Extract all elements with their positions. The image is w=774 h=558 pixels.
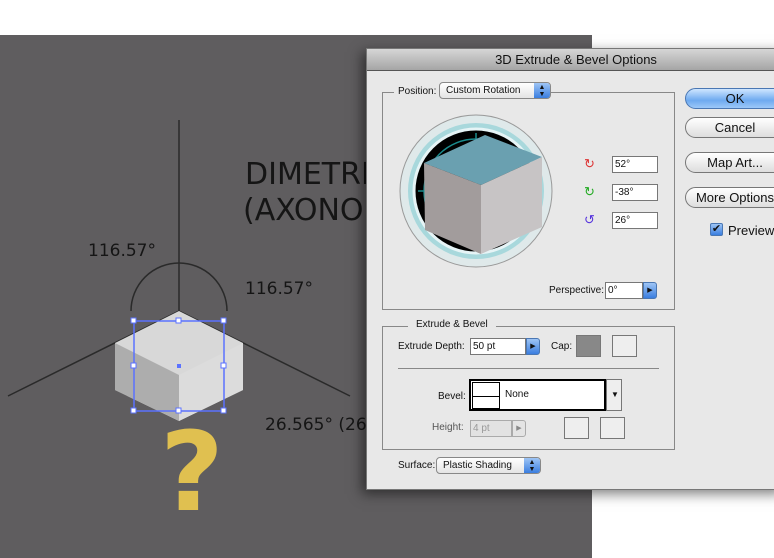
bevel-label: Bevel:	[438, 391, 466, 402]
divider	[398, 368, 659, 369]
more-options-button[interactable]: More Options	[685, 187, 774, 208]
extrude-bevel-dialog: 3D Extrude & Bevel Options Position: Cus…	[366, 48, 774, 490]
surface-select[interactable]: Plastic Shading ▲ ▼	[436, 457, 541, 474]
position-label: Position:	[394, 86, 441, 97]
extrude-depth-arrow[interactable]: ▶	[526, 338, 540, 355]
z-rotation-input[interactable]: 26°	[612, 212, 658, 229]
height-arrow[interactable]: ▶	[512, 420, 526, 437]
bevel-dropdown-arrow[interactable]: ▼	[606, 379, 622, 411]
preview-label: Preview	[728, 223, 774, 238]
x-rotation-input[interactable]: 52°	[612, 156, 658, 173]
y-rotation-input[interactable]: -38°	[612, 184, 658, 201]
cap-on-icon[interactable]	[576, 335, 601, 357]
x-rotation-icon: ↻	[584, 156, 595, 171]
perspective-label: Perspective:	[549, 285, 605, 296]
perspective-input[interactable]: 0°	[605, 282, 643, 299]
surface-value: Plastic Shading	[443, 460, 512, 471]
height-label: Height:	[432, 422, 464, 433]
bevel-extent-in-icon[interactable]	[600, 417, 625, 439]
angle-label-bottom: 26.565° (26.	[265, 415, 373, 435]
bevel-value: None	[505, 389, 529, 400]
bevel-shape-icon	[472, 382, 500, 409]
position-select[interactable]: Custom Rotation ▲ ▼	[439, 82, 551, 99]
surface-label: Surface:	[398, 460, 436, 471]
diagram-title-line2: (AXONO	[243, 193, 364, 228]
angle-label-left: 116.57°	[88, 241, 156, 261]
perspective-slider-arrow[interactable]: ▶	[643, 282, 657, 299]
cap-off-icon[interactable]	[612, 335, 637, 357]
height-input[interactable]: 4 pt	[470, 420, 512, 437]
ok-button[interactable]: OK	[685, 88, 774, 109]
map-art-button[interactable]: Map Art...	[685, 152, 774, 173]
diagram-title-line1: DIMETRI	[245, 157, 370, 192]
rotation-track-cube[interactable]	[398, 113, 554, 269]
extrude-bevel-label: Extrude & Bevel	[408, 319, 496, 330]
dialog-title: 3D Extrude & Bevel Options	[367, 49, 774, 71]
bevel-extent-out-icon[interactable]	[564, 417, 589, 439]
y-rotation-icon: ↻	[584, 184, 595, 199]
cancel-button[interactable]: Cancel	[685, 117, 774, 138]
z-rotation-icon: ↺	[584, 212, 595, 227]
angle-label-right: 116.57°	[245, 279, 313, 299]
updown-arrows-icon: ▲ ▼	[534, 83, 550, 98]
extrude-depth-label: Extrude Depth:	[398, 341, 465, 352]
updown-arrows-icon: ▲ ▼	[524, 458, 540, 473]
question-mark: ?	[160, 408, 224, 536]
position-value: Custom Rotation	[446, 85, 521, 96]
extrude-depth-input[interactable]: 50 pt	[470, 338, 526, 355]
cap-label: Cap:	[551, 341, 573, 352]
preview-checkbox[interactable]: ✔	[710, 223, 723, 236]
